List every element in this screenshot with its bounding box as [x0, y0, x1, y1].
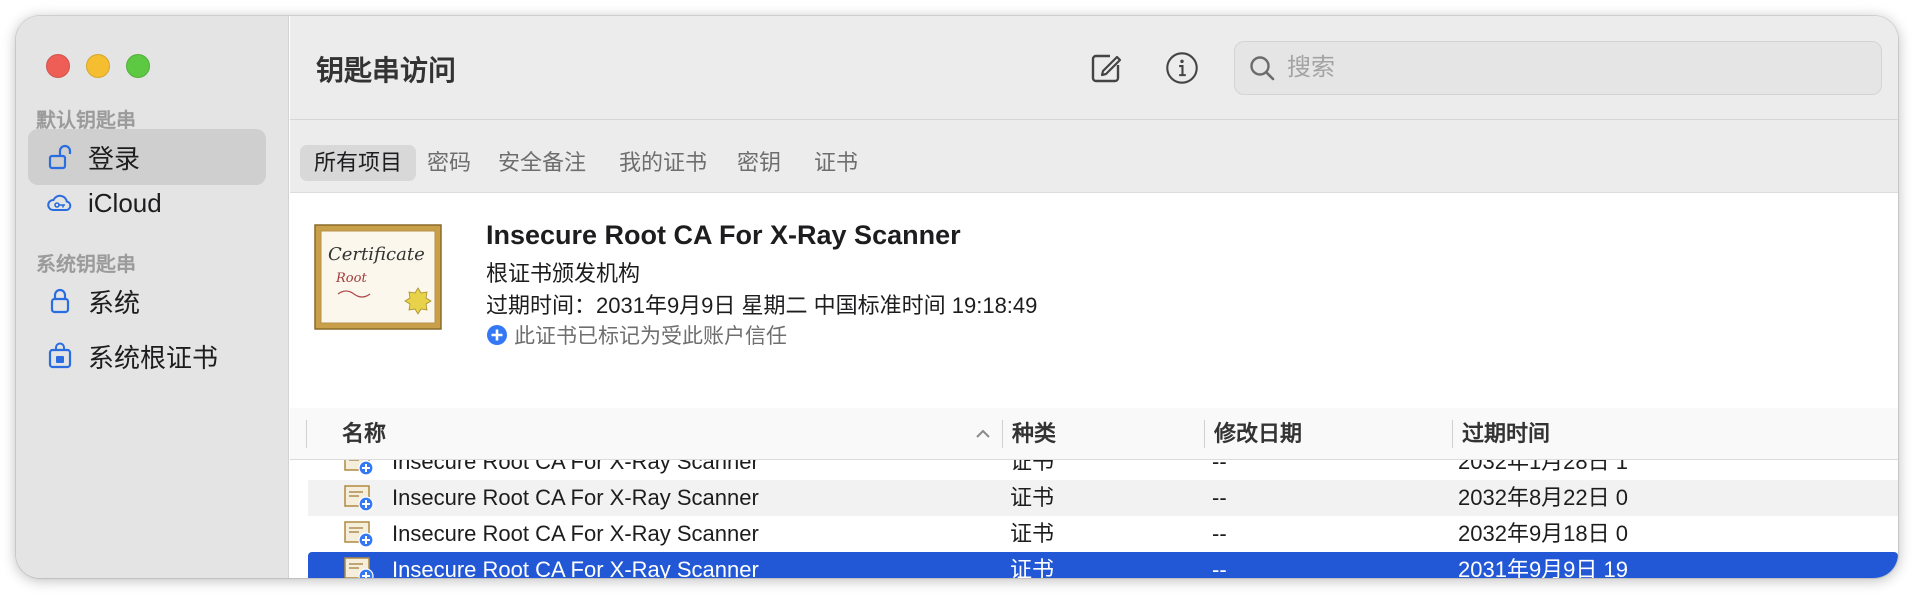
row-expires: 2032年9月18日 0	[1458, 521, 1628, 546]
keychain-window: 默认钥匙串 登录 iCloud 系统钥匙串 系统 系统根证书 钥匙串访问 搜索 …	[16, 16, 1898, 578]
window-controls	[46, 54, 150, 78]
zoom-window-button[interactable]	[126, 54, 150, 78]
new-item-button[interactable]	[1086, 48, 1126, 88]
info-button[interactable]	[1162, 48, 1202, 88]
table-row-selected[interactable]: Insecure Root CA For X-Ray Scanner 证书 --…	[308, 552, 1898, 578]
row-name: Insecure Root CA For X-Ray Scanner	[392, 485, 759, 510]
info-icon	[1166, 52, 1198, 84]
row-kind: 证书	[1010, 485, 1055, 510]
certificate-row-icon	[344, 485, 374, 512]
item-detail: Certificate Root Insecure Root CA For X-…	[290, 194, 1898, 408]
lock-icon	[50, 288, 70, 314]
tab-keys[interactable]: 密钥	[723, 145, 795, 181]
column-divider	[1452, 420, 1453, 448]
row-modified: --	[1212, 521, 1227, 546]
row-expires: 2032年8月22日 0	[1458, 485, 1628, 510]
table-row[interactable]: Insecure Root CA For X-Ray Scanner 证书 --…	[308, 516, 1898, 552]
certificate-row-icon	[344, 521, 374, 548]
row-kind: 证书	[1010, 557, 1055, 578]
sidebar-item-label: 系统	[88, 287, 141, 318]
thumb-text-certificate: Certificate	[328, 244, 425, 265]
tab-my-certificates[interactable]: 我的证书	[605, 145, 721, 181]
certificate-kind: 根证书颁发机构	[486, 261, 641, 286]
search-input[interactable]	[1287, 54, 1847, 82]
table-row[interactable]: Insecure Root CA For X-Ray Scanner 证书 --…	[308, 480, 1898, 516]
row-modified: --	[1212, 460, 1227, 474]
trust-status-text: 此证书已标记为受此账户信任	[514, 325, 787, 348]
sort-ascending-icon[interactable]	[974, 426, 992, 442]
lock-open-icon	[48, 144, 72, 170]
row-kind: 证书	[1010, 521, 1055, 546]
column-header-expires[interactable]: 过期时间	[1462, 408, 1550, 460]
row-modified: --	[1212, 557, 1227, 578]
certificate-row-icon	[344, 460, 374, 476]
compose-icon	[1091, 54, 1122, 83]
row-expires: 2032年1月28日 1	[1458, 460, 1628, 474]
window-title: 钥匙串访问	[316, 55, 457, 86]
icloud-icon	[47, 194, 72, 211]
column-divider	[1204, 420, 1205, 448]
tab-secure-notes[interactable]: 安全备注	[484, 145, 600, 181]
certificate-icon: Certificate Root	[314, 224, 442, 330]
certificate-name: Insecure Root CA For X-Ray Scanner	[486, 220, 961, 250]
row-name: Insecure Root CA For X-Ray Scanner	[392, 460, 759, 474]
certificate-expiry: 过期时间：2031年9月9日 星期二 中国标准时间 19:18:49	[486, 293, 1038, 318]
search-icon	[1250, 56, 1275, 81]
sidebar: 默认钥匙串 登录 iCloud 系统钥匙串 系统 系统根证书	[16, 16, 289, 578]
search-field[interactable]	[1234, 41, 1882, 95]
thumb-text-root: Root	[335, 271, 367, 286]
sidebar-item-label: iCloud	[88, 187, 162, 218]
category-tabs: 所有项目 密码 安全备注 我的证书 密钥 证书	[290, 120, 1898, 193]
main-pane: 钥匙串访问 搜索 所有项目 密码 安全备注 我的证书 密钥 证书 Certifi…	[290, 16, 1898, 578]
certificate-row-icon	[344, 557, 374, 578]
row-name: Insecure Root CA For X-Ray Scanner	[392, 557, 759, 578]
tab-certificates[interactable]: 证书	[800, 145, 872, 181]
tab-passwords[interactable]: 密码	[413, 145, 485, 181]
row-name: Insecure Root CA For X-Ray Scanner	[392, 521, 759, 546]
item-list: Insecure Root CA For X-Ray Scanner 证书 --…	[290, 460, 1898, 578]
table-header: 名称 种类 修改日期 过期时间	[290, 408, 1898, 460]
column-header-kind[interactable]: 种类	[1012, 408, 1056, 460]
column-divider	[1002, 420, 1003, 448]
trusted-plus-icon	[487, 325, 507, 345]
sidebar-item-label: 登录	[88, 143, 141, 174]
sidebar-item-system-roots[interactable]: 系统根证书	[28, 328, 266, 384]
row-expires: 2031年9月9日 19	[1458, 557, 1628, 578]
column-divider	[306, 420, 307, 448]
tab-all-items[interactable]: 所有项目	[300, 145, 417, 181]
sidebar-item-icloud[interactable]: iCloud	[28, 175, 266, 231]
row-kind: 证书	[1010, 460, 1055, 474]
lock-cabinet-icon	[48, 342, 72, 369]
column-header-name[interactable]: 名称	[342, 408, 386, 460]
close-window-button[interactable]	[46, 54, 70, 78]
sidebar-item-label: 系统根证书	[88, 342, 219, 373]
row-modified: --	[1212, 485, 1227, 510]
trust-status: 此证书已标记为受此账户信任	[486, 320, 787, 350]
table-row[interactable]: Insecure Root CA For X-Ray Scanner 证书 --…	[308, 460, 1898, 480]
column-header-modified[interactable]: 修改日期	[1214, 408, 1302, 460]
toolbar: 钥匙串访问	[290, 16, 1898, 120]
sidebar-item-system[interactable]: 系统	[28, 273, 266, 329]
minimize-window-button[interactable]	[86, 54, 110, 78]
